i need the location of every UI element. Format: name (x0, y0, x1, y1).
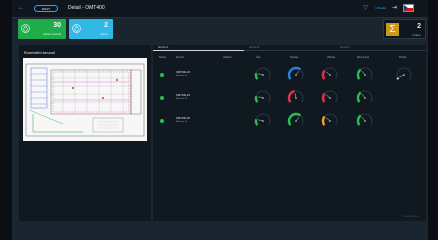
gauge-value-arc (356, 114, 362, 126)
gauge-track (322, 90, 338, 103)
table-header: Status Senzor Událost Čas Teplota Vlhkos… (153, 56, 426, 62)
gauge (396, 67, 412, 80)
gauge (254, 113, 271, 126)
sensor-name: OMT400-23 (176, 71, 190, 74)
table-row[interactable]: OMT400-24 Místnost 02 (153, 87, 426, 109)
cz-flag-icon[interactable] (403, 4, 414, 12)
gauge-needle (361, 93, 366, 99)
sensor-map-panel: Rozmístění senzorů (19, 45, 151, 221)
col-sensor[interactable]: Senzor (176, 56, 184, 59)
gauge-track (255, 90, 271, 103)
gauge-needle (295, 116, 300, 122)
sensor-table-panel: Senzor A Senzor B Senzor C Status Senzor… (153, 45, 426, 221)
gauge-track (255, 67, 271, 80)
gauge-needle (361, 70, 366, 76)
gauge-value-arc (321, 92, 326, 103)
table-row[interactable]: OMT400-23 Místnost 01 (153, 64, 426, 86)
gauge-value-arc (356, 68, 362, 80)
gauge-value-arc (321, 69, 326, 80)
gauge-value-arc (396, 77, 400, 80)
arrow-left-icon[interactable]: ← (18, 5, 24, 11)
summary-label: Celkem (412, 34, 421, 37)
page-title: Detail - OMT400 (68, 5, 105, 11)
gauge (356, 67, 373, 80)
kpi-label: Aktivní (100, 33, 108, 36)
gauge-needle (258, 119, 264, 122)
col-time[interactable]: Čas (256, 56, 260, 59)
status-dot (160, 119, 164, 123)
gauge-value-arc (356, 91, 362, 103)
tab-sensor-a[interactable]: Senzor A (153, 45, 244, 51)
tab-sensor-c[interactable]: Senzor C (335, 45, 426, 51)
table-row[interactable]: OMT400-25 Místnost 03 (153, 110, 426, 132)
gauge-value-arc (287, 112, 302, 126)
gauge-needle (325, 94, 331, 99)
gauge-needle (258, 96, 264, 99)
user-label[interactable]: Uživatel (375, 6, 386, 10)
col-temperature[interactable]: Teplota (290, 56, 298, 59)
gauge (321, 113, 338, 126)
top-right-controls: ▽ Uživatel ⇥ (363, 4, 414, 12)
gauge-track (322, 113, 338, 126)
sigma-icon: Σ (386, 23, 399, 36)
gauge-needle (295, 70, 300, 76)
gauge-track (255, 113, 271, 126)
gauge (254, 90, 271, 103)
floor-plan[interactable] (23, 58, 147, 141)
tab-sensor-b[interactable]: Senzor B (244, 45, 335, 51)
panel-title: Rozmístění senzorů (24, 51, 56, 55)
gauge-needle (325, 71, 331, 76)
sensor-location: Místnost 01 (176, 75, 188, 77)
logo[interactable]: ENVI (34, 5, 58, 12)
status-dot (160, 96, 164, 100)
col-flow[interactable]: Průtok (399, 56, 406, 59)
drop-icon (21, 24, 30, 33)
gauge (321, 67, 338, 80)
summary-card[interactable]: Σ 2 Celkem (383, 19, 426, 39)
sensor-location: Místnost 03 (176, 121, 188, 123)
col-status[interactable]: Status (159, 56, 166, 59)
kpi-total-sensors[interactable]: 30 Celkem senzorů (18, 19, 66, 39)
summary-value: 2 (417, 23, 421, 30)
floor-plan-drawing (25, 63, 145, 137)
col-humidity[interactable]: Vlhkost (327, 56, 335, 59)
footer: © 2022 ENVI s.r.o. (401, 216, 420, 218)
gauge-value-arc (287, 89, 295, 103)
sensor-location: Místnost 02 (176, 98, 188, 100)
gauge-value-arc (287, 66, 302, 80)
kpi-active[interactable]: 2 Aktivní (69, 19, 113, 39)
gauge-value-arc (321, 115, 326, 126)
gauge-needle (399, 74, 405, 78)
col-event[interactable]: Událost (223, 56, 231, 59)
logo-text: ENVI (42, 6, 50, 11)
filter-icon[interactable]: ▽ (363, 5, 369, 11)
gauge-needle (294, 93, 297, 99)
gauge-value-arc (254, 118, 259, 126)
gauge (287, 112, 304, 126)
kpi-value: 30 (53, 22, 61, 29)
gauge-track (322, 67, 338, 80)
gauge-needle (258, 73, 264, 76)
sensor-name: OMT400-25 (176, 117, 190, 120)
kpi-label: Celkem senzorů (42, 33, 61, 36)
gauge (287, 89, 304, 103)
tabs: Senzor A Senzor B Senzor C (153, 45, 426, 51)
status-dot (160, 73, 164, 77)
gauge (356, 113, 373, 126)
logout-icon[interactable]: ⇥ (392, 5, 397, 11)
gauge (287, 66, 304, 80)
sensor-name: OMT400-24 (176, 94, 190, 97)
col-dewpoint[interactable]: Rosný bod (357, 56, 369, 59)
gauge (321, 90, 338, 103)
gauge-value-arc (254, 95, 259, 103)
gauge-needle (325, 117, 331, 122)
gauge (356, 90, 373, 103)
gauge (254, 67, 271, 80)
drop-icon (72, 24, 81, 33)
kpi-value: 2 (104, 22, 108, 29)
gauge-track (396, 67, 412, 80)
gauge-needle (361, 116, 366, 122)
gauge-value-arc (254, 72, 259, 80)
